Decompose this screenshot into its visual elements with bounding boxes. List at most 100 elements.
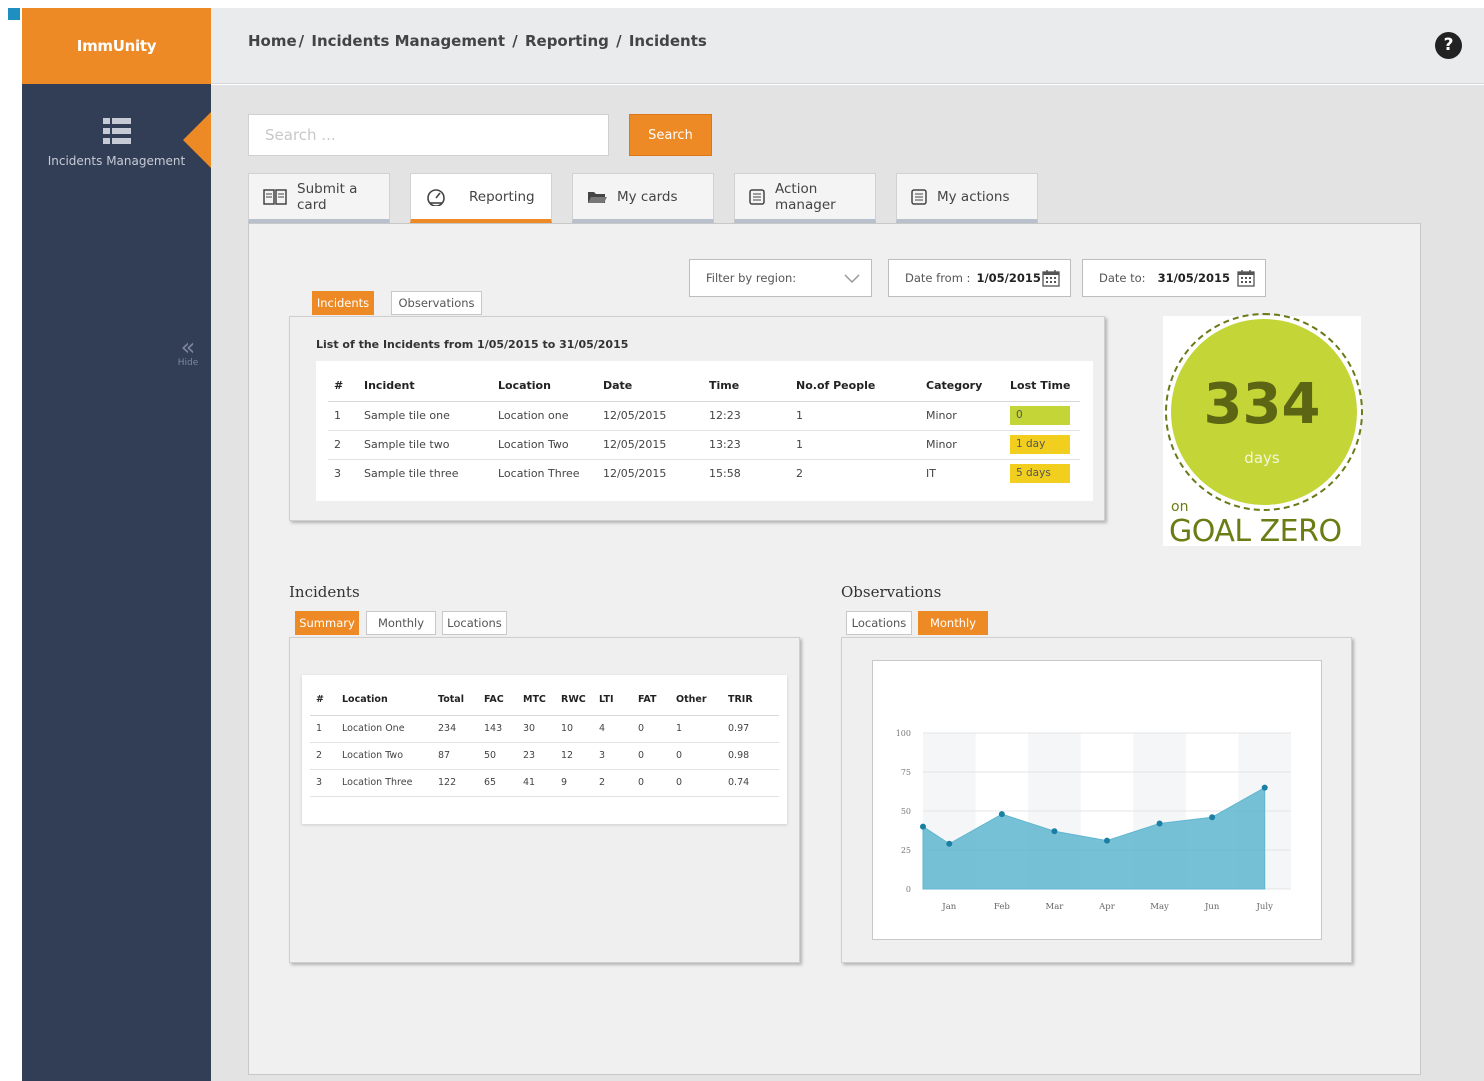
reporting-panel: Filter by region: Date from : 1/05/2015 … (248, 223, 1421, 1075)
tab-monthly[interactable]: Monthly (918, 611, 988, 635)
table-row[interactable]: 2 Location Two 87 50 23 12 3 0 0 0.98 (310, 742, 779, 770)
table-row[interactable]: 1 Sample tile one Location one 12/05/201… (328, 401, 1080, 431)
cell: 50 (478, 742, 517, 770)
table-header-row: # Location Total FAC MTC RWC LTI FAT Oth… (310, 685, 779, 716)
column-header: RWC (555, 685, 593, 716)
date-to-label: Date to: (1099, 271, 1146, 285)
table-row[interactable]: 2 Sample tile two Location Two 12/05/201… (328, 430, 1080, 460)
main-content: Search Submit a card Reporting My cards … (211, 85, 1484, 1081)
table-row[interactable]: 3 Location Three 122 65 41 9 2 0 0 0.74 (310, 769, 779, 797)
tab-incidents-list[interactable]: Incidents (312, 291, 374, 315)
tab-my-actions[interactable]: My actions (896, 173, 1038, 223)
column-header: Incident (358, 371, 492, 402)
cell: Location Three (336, 769, 432, 797)
column-header: FAC (478, 685, 517, 716)
x-tick-label: Jan (941, 902, 956, 912)
tab-summary[interactable]: Summary (295, 611, 359, 635)
column-header: Total (432, 685, 478, 716)
monthly-area-chart: 0 25 50 75 100 Jan Feb Mar Apr May Jun July (896, 729, 1291, 912)
cell: 1 day (1004, 430, 1080, 460)
table-row[interactable]: 3 Sample tile three Location Three 12/05… (328, 459, 1080, 488)
cell: Sample tile one (358, 401, 492, 431)
table-row[interactable]: 1 Location One 234 143 30 10 4 0 1 0.97 (310, 715, 779, 743)
incident-table: # Incident Location Date Time No.of Peop… (328, 371, 1080, 488)
cell: 122 (432, 769, 478, 797)
cell: 1 (670, 715, 722, 743)
cell: Minor (920, 430, 1004, 460)
chart-point (1209, 814, 1216, 821)
cell: Sample tile three (364, 467, 459, 481)
cell: 0.98 (722, 742, 779, 770)
chevron-down-icon (844, 274, 860, 284)
tab-action-manager[interactable]: Action manager (734, 173, 876, 223)
cell: 9 (555, 769, 593, 797)
cell: 12/05/2015 (603, 467, 667, 481)
cell: Location Two (492, 430, 597, 460)
search-input[interactable] (248, 114, 609, 156)
breadcrumb-separator: / (616, 32, 622, 50)
column-header: TRIR (722, 685, 779, 716)
hide-sidebar-button[interactable]: « Hide (172, 335, 204, 368)
cell: 1 (790, 430, 920, 460)
breadcrumb-sub[interactable]: Reporting (525, 32, 609, 50)
tab-submit-a-card[interactable]: Submit a card (248, 173, 390, 223)
x-tick-label: Jun (1204, 902, 1220, 912)
lost-time-badge: 0 (1010, 406, 1070, 425)
tab-reporting[interactable]: Reporting (410, 173, 552, 223)
tab-locations[interactable]: Locations (442, 611, 507, 635)
cell: 0 (1004, 401, 1080, 431)
help-icon[interactable]: ? (1435, 32, 1462, 59)
x-tick-label: Feb (994, 902, 1010, 912)
cell: Location Three (498, 467, 580, 481)
brand-logo[interactable]: ImmUnity (22, 8, 211, 84)
tab-locations[interactable]: Locations (846, 611, 912, 635)
cell: 12/05/2015 (597, 401, 703, 431)
y-tick-label: 50 (901, 807, 911, 816)
column-header: Date (597, 371, 703, 402)
calendar-icon[interactable] (1042, 269, 1060, 287)
x-tick-label: Mar (1046, 902, 1065, 912)
cell: 65 (478, 769, 517, 797)
breadcrumb-section[interactable]: Incidents Management (311, 32, 505, 50)
cell: 0.97 (722, 715, 779, 743)
breadcrumb-home[interactable]: Home (248, 32, 297, 50)
column-header: Location (492, 371, 597, 402)
column-header: Location (336, 685, 432, 716)
tab-observations-list[interactable]: Observations (391, 291, 482, 315)
cell: 143 (478, 715, 517, 743)
book-icon (263, 188, 287, 205)
tab-monthly[interactable]: Monthly (366, 611, 436, 635)
date-from-field[interactable]: Date from : 1/05/2015 (888, 259, 1071, 297)
cell: 3 (310, 769, 336, 797)
date-to-value: 31/05/2015 (1157, 271, 1230, 285)
region-filter-label: Filter by region: (706, 271, 797, 285)
goal-days-number: 334 (1203, 372, 1321, 437)
column-header: No.of People (790, 371, 920, 402)
date-to-field[interactable]: Date to: 31/05/2015 (1082, 259, 1266, 297)
tab-label: Reporting (469, 188, 535, 205)
cell: 87 (432, 742, 478, 770)
breadcrumb-page: Incidents (628, 32, 707, 50)
region-filter-select[interactable]: Filter by region: (689, 259, 872, 297)
list-box-icon (911, 188, 927, 205)
active-indicator-arrow (183, 112, 211, 168)
cell: 13:23 (703, 430, 790, 460)
tab-my-cards[interactable]: My cards (572, 173, 714, 223)
cell: Location One (336, 715, 432, 743)
chart-point (998, 811, 1005, 818)
summary-table-wrapper: # Location Total FAC MTC RWC LTI FAT Oth… (302, 675, 787, 824)
cell: 1 (310, 715, 336, 743)
goal-days-unit: days (1244, 449, 1280, 467)
incident-list-title: List of the Incidents from 1/05/2015 to … (316, 338, 629, 351)
search-button[interactable]: Search (629, 114, 712, 156)
y-tick-label: 25 (901, 846, 911, 855)
cell: 4 (593, 715, 632, 743)
goal-zero-title: GOAL ZERO (1169, 514, 1342, 549)
column-header: LTI (593, 685, 632, 716)
cell: 3 (334, 467, 341, 481)
calendar-icon[interactable] (1237, 269, 1255, 287)
goal-on-text: on (1171, 499, 1193, 515)
cell: 2 (593, 769, 632, 797)
tab-label: My cards (617, 188, 678, 205)
column-header: # (310, 685, 336, 716)
